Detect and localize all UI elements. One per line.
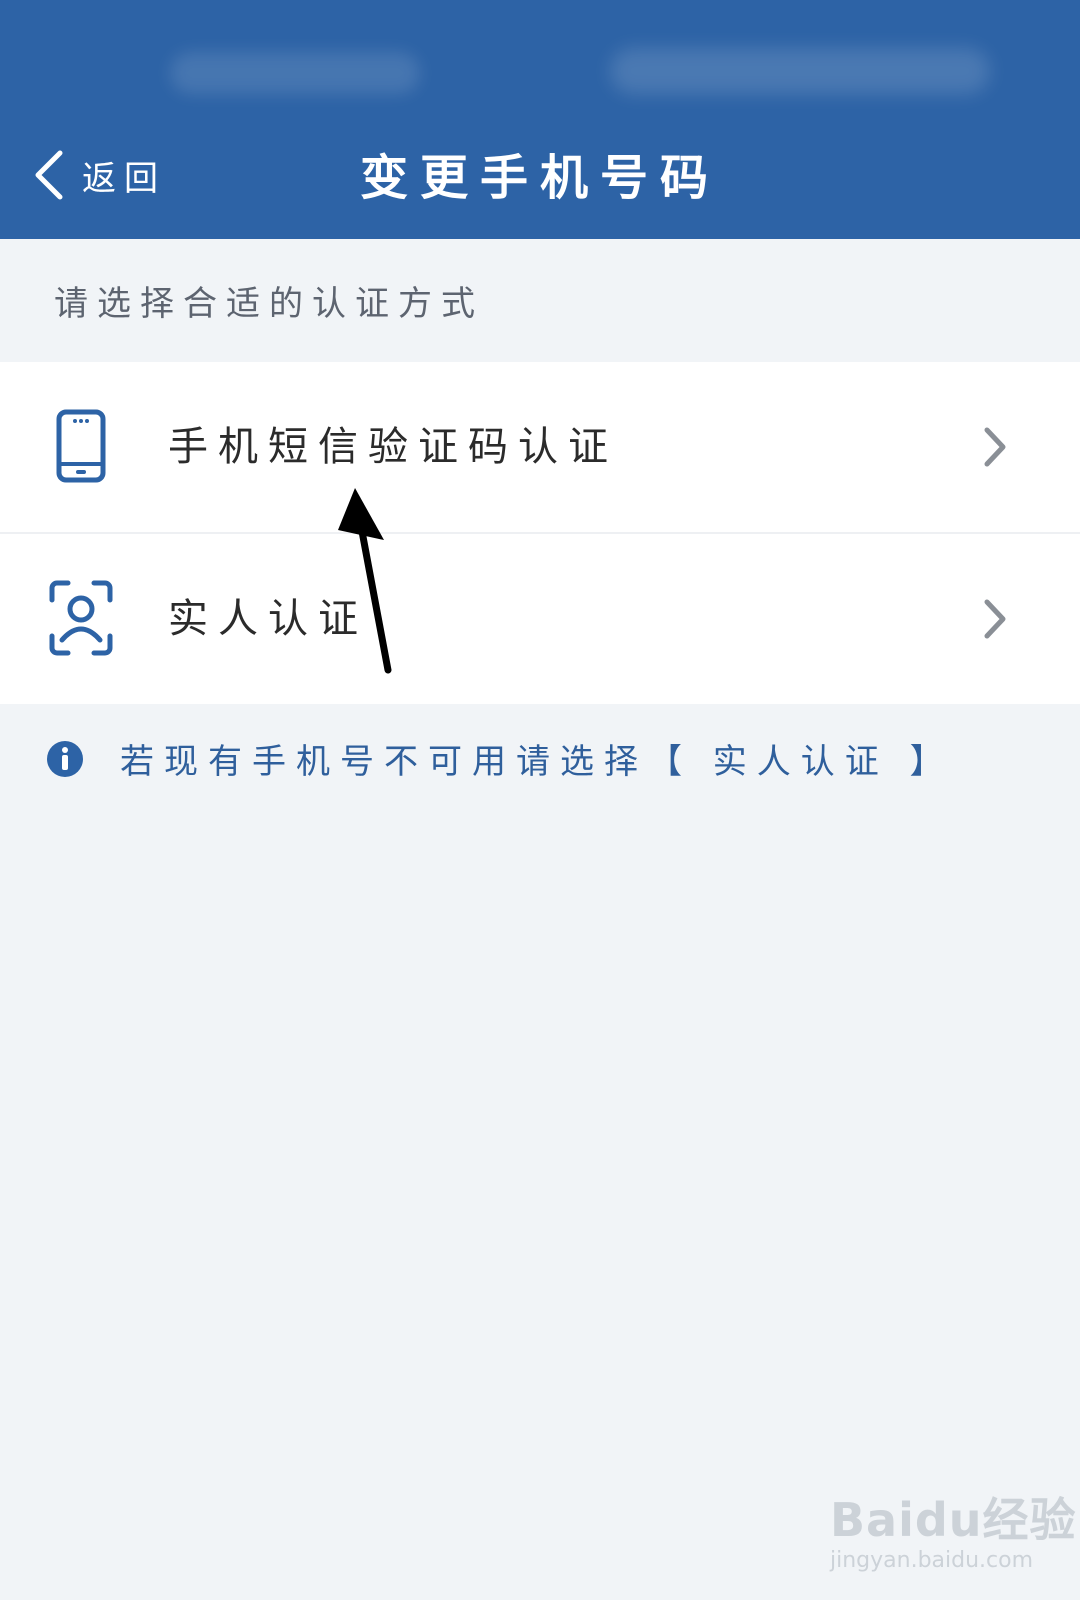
- watermark-logo: Baidu经验: [830, 1493, 1077, 1547]
- app-header: 返回 变更手机号码: [0, 0, 1080, 239]
- section-prompt: 请选择合适的认证方式: [54, 284, 484, 324]
- annotation-arrow-icon: [338, 488, 392, 674]
- phone-icon: [56, 409, 106, 483]
- page-title: 变更手机号码: [359, 150, 720, 206]
- chevron-right-icon: [984, 599, 1006, 639]
- notice-row: 若现有手机号不可用请选择【 实人认证 】: [46, 734, 954, 783]
- chevron-right-icon: [984, 427, 1006, 467]
- status-bar-blurred-left: [170, 52, 420, 94]
- option-label: 手机短信验证码认证: [168, 424, 618, 470]
- info-icon: [47, 740, 83, 777]
- watermark-url: jingyan.baidu.com: [830, 1548, 1034, 1573]
- option-sms-verification[interactable]: 手机短信验证码认证: [0, 362, 1080, 532]
- option-real-person-verification[interactable]: 实人认证: [0, 532, 1080, 704]
- notice-text: 若现有手机号不可用请选择【 实人认证 】: [120, 742, 954, 782]
- status-bar-blurred-right: [610, 48, 990, 94]
- face-scan-icon: [49, 580, 113, 656]
